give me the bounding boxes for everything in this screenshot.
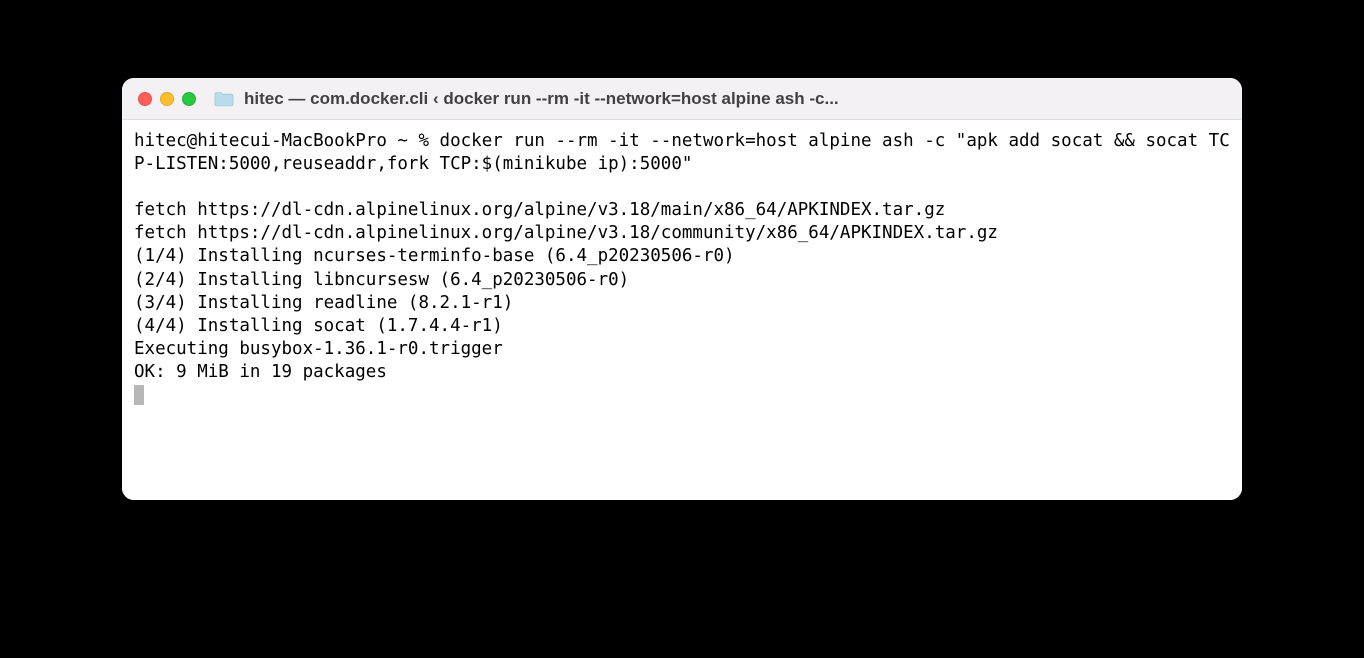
terminal-window: hitec — com.docker.cli ‹ docker run --rm…	[122, 78, 1242, 500]
maximize-button[interactable]	[182, 92, 196, 106]
folder-icon	[214, 91, 234, 107]
window-title: hitec — com.docker.cli ‹ docker run --rm…	[244, 89, 1226, 109]
terminal-body[interactable]: hitec@hitecui-MacBookPro ~ % docker run …	[122, 120, 1242, 500]
terminal-output: fetch https://dl-cdn.alpinelinux.org/alp…	[134, 200, 998, 382]
command-line: hitec@hitecui-MacBookPro ~ % docker run …	[134, 130, 1230, 176]
titlebar[interactable]: hitec — com.docker.cli ‹ docker run --rm…	[122, 78, 1242, 120]
traffic-lights	[138, 92, 196, 106]
shell-prompt: hitec@hitecui-MacBookPro ~ %	[134, 131, 440, 151]
close-button[interactable]	[138, 92, 152, 106]
minimize-button[interactable]	[160, 92, 174, 106]
cursor	[134, 385, 144, 405]
